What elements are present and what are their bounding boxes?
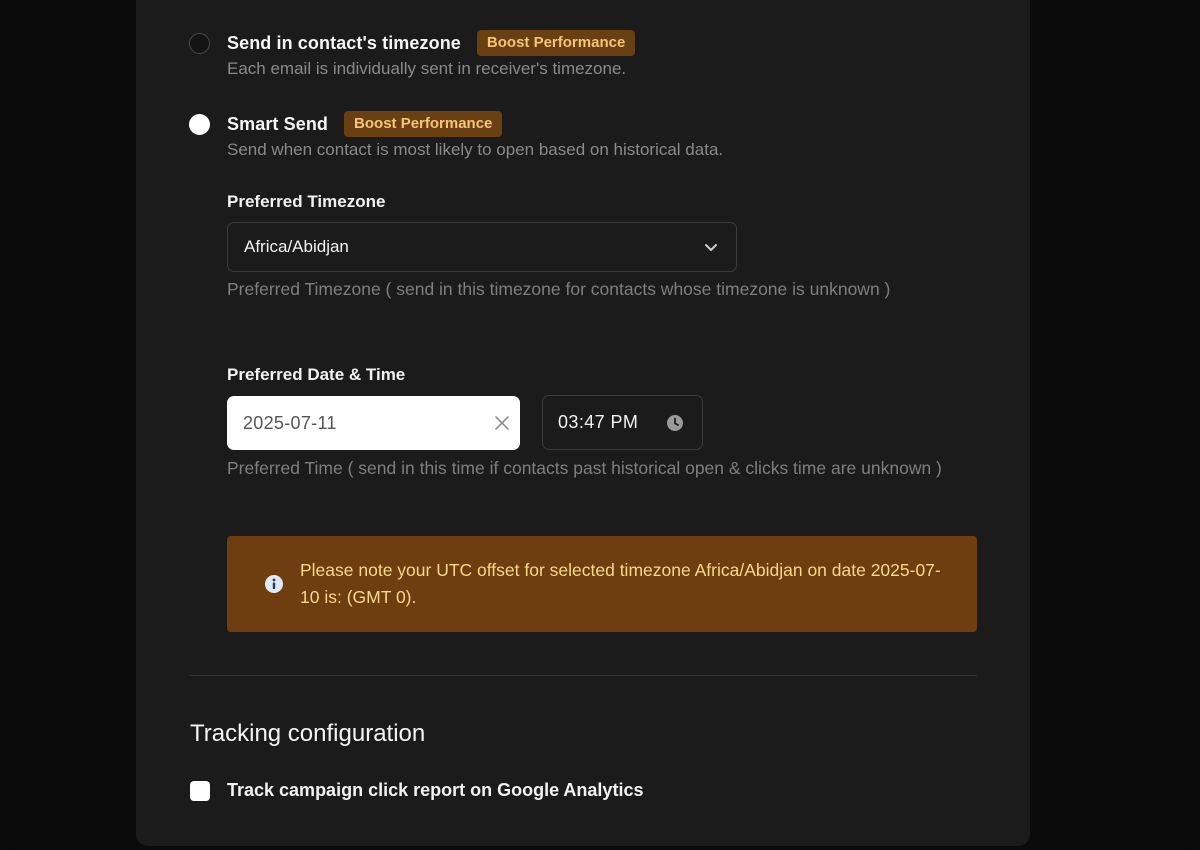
option-smart-send[interactable]: Smart Send Boost Performance [189,111,503,137]
date-input[interactable]: 2025-07-11 [227,396,520,450]
google-analytics-checkbox-label: Track campaign click report on Google An… [227,780,644,800]
section-divider [189,675,977,676]
contact-timezone-description: Each email is individually sent in recei… [227,59,627,78]
clear-icon[interactable] [492,413,512,433]
contact-timezone-title: Send in contact's timezone [227,32,461,53]
option-contact-timezone[interactable]: Send in contact's timezone Boost Perform… [189,30,636,56]
timezone-select[interactable]: Africa/Abidjan [227,222,737,272]
timezone-select-value: Africa/Abidjan [244,237,349,256]
tracking-section-title: Tracking configuration [190,720,426,747]
smart-send-radio[interactable] [189,113,210,135]
date-input-value: 2025-07-11 [243,412,337,433]
datetime-help-text: Preferred Time ( send in this time if co… [227,458,942,478]
boost-performance-badge: Boost Performance [476,30,636,56]
time-input-value: 03:47 PM [558,412,639,432]
timezone-help-text: Preferred Timezone ( send in this timezo… [227,279,891,299]
info-icon [265,575,283,593]
notice-text: Please note your UTC offset for selected… [300,560,941,607]
contact-timezone-radio[interactable] [189,32,210,54]
boost-performance-badge: Boost Performance [344,111,503,137]
clock-icon[interactable] [666,414,684,432]
google-analytics-tracking-option[interactable]: Track campaign click report on Google An… [190,780,643,801]
smart-send-title: Smart Send [227,113,329,134]
preferred-timezone-label: Preferred Timezone [227,192,386,211]
utc-offset-notice: Please note your UTC offset for selected… [227,536,977,632]
smart-send-description: Send when contact is most likely to open… [227,140,724,159]
preferred-datetime-label: Preferred Date & Time [227,365,406,384]
google-analytics-checkbox[interactable] [190,780,210,801]
app-window: Send in contact's timezone Boost Perform… [0,0,1200,850]
time-input[interactable]: 03:47 PM [542,395,703,450]
chevron-down-icon [705,244,717,251]
